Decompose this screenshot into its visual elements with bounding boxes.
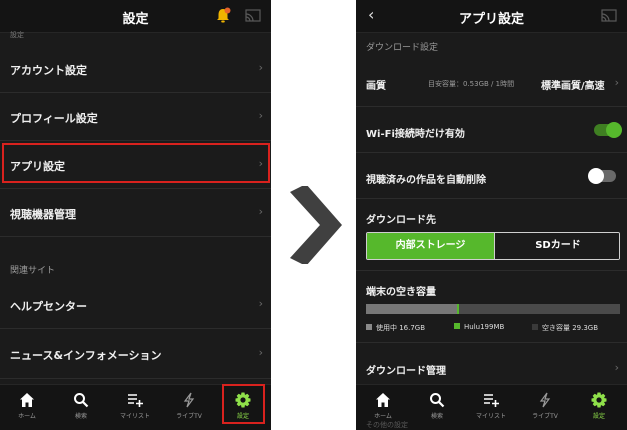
download-management-label: ダウンロード管理 [366, 366, 446, 377]
search-icon [74, 393, 89, 408]
menu-item-label: アカウント設定 [10, 64, 87, 77]
next-step-arrow-icon [290, 186, 342, 264]
legend-free: 空き容量 29.3GB [532, 323, 598, 333]
menu-item-label: ニュース&インフォメーション [10, 349, 162, 362]
free-space-label: 端末の空き容量 [366, 287, 436, 298]
nav-mylist[interactable]: マイリスト [108, 385, 162, 430]
app-settings-screen: ‹ アプリ設定 ダウンロード設定 画質 目安容量：0.53GB / 1時間 標準… [356, 0, 627, 430]
storage-hulu-fill [457, 304, 460, 314]
nav-label: 検索 [74, 413, 87, 420]
auto-delete-toggle[interactable] [588, 168, 616, 184]
gear-icon [591, 392, 607, 408]
quality-value: 標準画質/高速 [541, 81, 605, 92]
top-bar: 設定 [0, 0, 271, 33]
wifi-only-label: Wi-Fi接続時だけ有効 [366, 129, 465, 140]
menu-item-help-center[interactable]: ヘルプセンター › [0, 280, 271, 329]
overflow-section-label: その他の設定 [366, 421, 408, 429]
menu-item-label: ヘルプセンター [10, 300, 87, 313]
nav-label: ホーム [374, 413, 392, 420]
menu-item-device-management[interactable]: 視聴機器管理 › [0, 189, 271, 237]
menu-item-news-information[interactable]: ニュース&インフォメーション › [0, 329, 271, 379]
storage-usage-bar [366, 304, 620, 314]
live-tv-icon [539, 392, 551, 408]
download-management-row[interactable]: ダウンロード管理 › [356, 352, 627, 384]
quality-estimate: 目安容量：0.53GB / 1時間 [428, 80, 515, 88]
cast-icon[interactable] [245, 9, 261, 23]
download-destination-selector: 内部ストレージ SDカード [366, 232, 620, 260]
nav-label: ホーム [18, 413, 36, 420]
nav-label: 検索 [430, 413, 443, 420]
mylist-icon [484, 394, 499, 407]
divider [356, 342, 627, 343]
quality-setting-row[interactable]: 画質 目安容量：0.53GB / 1時間 標準画質/高速 › [356, 57, 627, 107]
nav-live-tv[interactable]: ライブTV [518, 385, 572, 430]
legend-swatch [366, 324, 372, 330]
settings-screen: 設定 設定 アカウント設定 › プロフィール設定 › アプリ設定 › 視聴機器管… [0, 0, 271, 430]
legend-label: 空き容量 29.3GB [542, 324, 599, 332]
section-label-related-sites: 関連サイト [10, 266, 56, 276]
nav-live-tv[interactable]: ライブTV [162, 385, 216, 430]
auto-delete-label: 視聴済みの作品を自動削除 [366, 175, 486, 186]
nav-search[interactable]: 検索 [54, 385, 108, 430]
mylist-icon [128, 394, 143, 407]
chevron-right-icon: › [258, 109, 263, 122]
menu-item-label: プロフィール設定 [10, 112, 98, 125]
internal-storage-option[interactable]: 内部ストレージ [367, 233, 494, 259]
chevron-right-icon: › [258, 61, 263, 74]
menu-item-account-settings[interactable]: アカウント設定 › [0, 45, 271, 93]
legend-hulu: Hulu199MB [454, 323, 504, 331]
legend-swatch [454, 323, 460, 329]
home-icon [20, 393, 34, 407]
highlight-app-settings [2, 143, 270, 183]
cast-icon[interactable] [601, 9, 617, 23]
live-tv-icon [183, 392, 195, 408]
top-bar: ‹ アプリ設定 [356, 0, 627, 33]
nav-label: ライブTV [176, 413, 202, 420]
menu-item-profile-settings[interactable]: プロフィール設定 › [0, 93, 271, 141]
legend-used: 使用中 16.7GB [366, 323, 425, 333]
sd-card-option[interactable]: SDカード [494, 233, 619, 259]
toggle-knob [606, 122, 622, 138]
section-label-download-settings: ダウンロード設定 [366, 43, 439, 53]
storage-used-fill [366, 304, 458, 314]
search-icon [430, 393, 445, 408]
auto-delete-row: 視聴済みの作品を自動削除 [356, 153, 627, 199]
quality-label: 画質 [366, 81, 386, 92]
legend-label: Hulu199MB [464, 323, 505, 331]
nav-label: マイリスト [475, 413, 506, 420]
chevron-right-icon: › [258, 346, 263, 359]
home-icon [376, 393, 390, 407]
section-label-cut: 設定 [10, 31, 24, 39]
nav-search[interactable]: 検索 [410, 385, 464, 430]
nav-label: ライブTV [532, 413, 558, 420]
page-title: アプリ設定 [458, 12, 524, 27]
legend-swatch [532, 324, 538, 330]
chevron-right-icon: › [614, 361, 619, 374]
toggle-knob [588, 168, 604, 184]
wifi-only-row: Wi-Fi接続時だけ有効 [356, 107, 627, 153]
wifi-only-toggle[interactable] [594, 122, 622, 138]
nav-label: マイリスト [119, 413, 150, 420]
highlight-settings-tab [222, 384, 265, 424]
divider [356, 270, 627, 271]
legend-label: 使用中 16.7GB [376, 324, 426, 332]
chevron-right-icon: › [614, 76, 619, 89]
notification-bell-icon[interactable] [214, 7, 232, 25]
nav-label: 設定 [592, 413, 605, 420]
nav-home[interactable]: ホーム [0, 385, 54, 430]
chevron-right-icon: › [258, 205, 263, 218]
menu-item-label: 視聴機器管理 [10, 208, 76, 221]
chevron-right-icon: › [258, 297, 263, 310]
nav-settings[interactable]: 設定 [572, 385, 626, 430]
download-destination-label: ダウンロード先 [366, 215, 436, 226]
nav-mylist[interactable]: マイリスト [464, 385, 518, 430]
